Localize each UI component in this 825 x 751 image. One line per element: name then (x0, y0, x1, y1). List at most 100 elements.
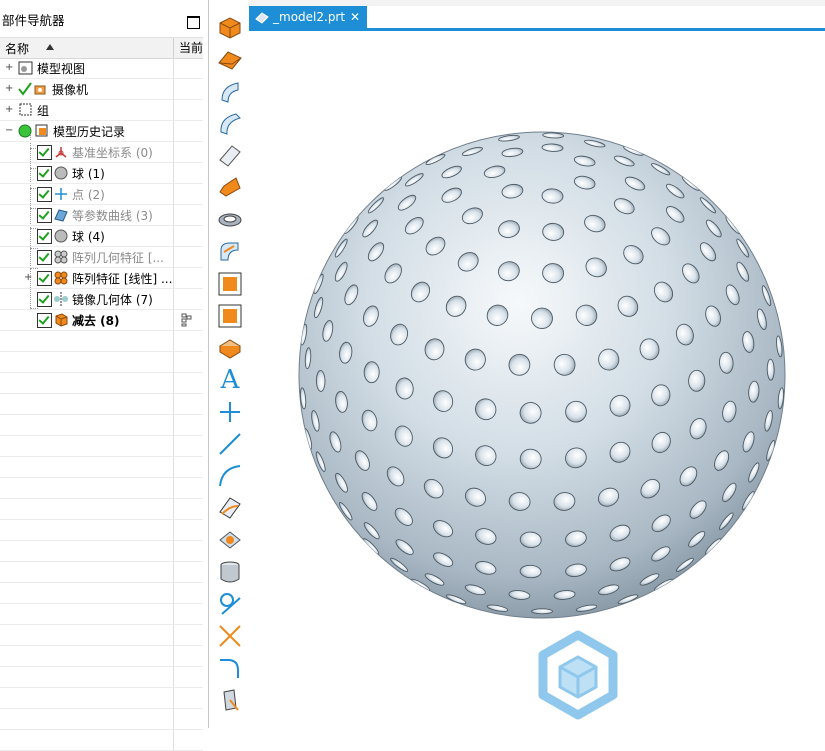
column-current[interactable]: 当前 (173, 38, 203, 58)
expand-icon[interactable]: + (5, 63, 13, 73)
panel-title: 部件导航器 (2, 13, 65, 28)
dimple (531, 307, 553, 329)
group-icon (19, 103, 32, 116)
iso-curve-icon (54, 209, 68, 222)
tab-model2[interactable]: _model2.prt ✕ (249, 6, 367, 28)
arc-icon[interactable] (216, 462, 244, 490)
tree-row-isoparametric-curve[interactable]: 等参数曲线 (3) (0, 205, 203, 226)
wedge-icon[interactable] (216, 46, 244, 74)
tree-row-sphere-4[interactable]: 球 (4) (0, 226, 203, 247)
tree-row-label: 模型历史记录 (53, 125, 126, 139)
cylinder-icon[interactable] (216, 558, 244, 586)
golf-ball-model[interactable] (249, 31, 825, 728)
expand-icon[interactable]: + (5, 105, 13, 115)
model-views-icon (18, 61, 33, 75)
pattern-geometry-icon (54, 250, 68, 264)
point-icon (55, 188, 67, 200)
tree-row-label: 球 (1) (72, 167, 105, 181)
tab-bar: _model2.prt ✕ (249, 6, 825, 31)
tree-row-sphere-1[interactable]: 球 (1) (0, 163, 203, 184)
tree-row-label: 镜像几何体 (7) (72, 293, 153, 307)
solid-box-icon[interactable] (216, 334, 244, 362)
text-icon[interactable]: A (216, 366, 244, 394)
tree-row-point-2[interactable]: 点 (2) (0, 184, 203, 205)
tree-row-label: 阵列几何特征 [... (72, 251, 164, 265)
visibility-checkbox[interactable] (37, 292, 52, 307)
tree-row-label: 基准坐标系 (0) (72, 146, 153, 160)
status-green-icon (18, 124, 32, 138)
visibility-checkbox[interactable] (37, 271, 52, 286)
fillet-curve-icon[interactable] (216, 654, 244, 682)
dimple (531, 608, 553, 615)
watermark-logo-icon (538, 630, 618, 720)
visibility-checkbox[interactable] (37, 166, 52, 181)
collapse-icon[interactable]: − (5, 126, 13, 136)
square-orange-icon[interactable] (216, 270, 244, 298)
tube-surface-icon[interactable] (216, 110, 244, 138)
feature-toolbar: A (212, 8, 248, 728)
tree-row-datum-csys[interactable]: 基准坐标系 (0) (0, 142, 203, 163)
graphics-window[interactable] (249, 31, 825, 728)
tree-row-subtract[interactable]: 减去 (8) (0, 310, 203, 331)
visibility-checkbox[interactable] (37, 187, 52, 202)
check-mark-icon (18, 82, 32, 96)
tree-row-label: 球 (4) (72, 230, 105, 244)
column-name[interactable]: 名称 (5, 40, 29, 57)
expand-icon[interactable]: + (5, 84, 13, 94)
tree-row-pattern-feature[interactable]: + 阵列特征 [线性] ... (0, 268, 203, 289)
extrude-icon[interactable] (216, 686, 244, 714)
part-navigator-panel: 部件导航器 名称 当前 + 模型视图 + 摄像机 + 组 − 模型历史记录 基准… (0, 0, 209, 751)
tree-view: + 模型视图 + 摄像机 + 组 − 模型历史记录 基准坐标系 (0) 球 (1… (0, 58, 203, 751)
visibility-checkbox[interactable] (37, 145, 52, 160)
tree-row-label: 减去 (8) (72, 314, 120, 328)
visibility-checkbox[interactable] (37, 250, 52, 265)
datum-csys-icon (55, 147, 67, 158)
tree-row-label: 模型视图 (37, 62, 86, 76)
square-orange-2-icon[interactable] (216, 302, 244, 330)
part-file-icon (255, 12, 269, 24)
fold-icon[interactable] (216, 174, 244, 202)
cross-icon[interactable] (216, 622, 244, 650)
sort-ascending-icon (46, 44, 54, 50)
sheet-icon[interactable] (216, 142, 244, 170)
point-plus-icon[interactable] (216, 398, 244, 426)
close-icon[interactable]: ✕ (350, 6, 360, 28)
dimple (766, 358, 775, 381)
line-icon[interactable] (216, 430, 244, 458)
tab-label: _model2.prt (273, 10, 346, 24)
bend-icon[interactable] (216, 238, 244, 266)
circle-line-icon[interactable] (216, 590, 244, 618)
tree-row-label: 阵列特征 [线性] ... (72, 272, 173, 286)
plane-icon[interactable] (216, 526, 244, 554)
tree-row-label: 点 (2) (72, 188, 105, 202)
tree-row-cameras[interactable]: + 摄像机 (0, 79, 203, 100)
expand-icon[interactable]: + (24, 273, 32, 283)
pattern-feature-icon (54, 271, 68, 285)
tree-row-groups[interactable]: + 组 (0, 100, 203, 121)
visibility-checkbox[interactable] (37, 313, 52, 328)
tree-row-model-history[interactable]: − 模型历史记录 (0, 121, 203, 142)
subtract-icon (55, 313, 68, 327)
sphere-icon (54, 229, 68, 243)
tree-row-label: 等参数曲线 (3) (72, 209, 153, 223)
camera-icon (34, 85, 46, 95)
elbow-icon[interactable] (216, 206, 244, 234)
column-header: 名称 当前 (0, 37, 203, 59)
dimple (688, 369, 706, 392)
tree-row-pattern-geometry[interactable]: 阵列几何特征 [... (0, 247, 203, 268)
tree-row-model-views[interactable]: + 模型视图 (0, 58, 203, 79)
dimple (363, 361, 380, 384)
tree-row-label: 组 (37, 104, 50, 118)
maximize-icon[interactable] (187, 16, 200, 29)
tree-row-mirror-geometry[interactable]: 镜像几何体 (7) (0, 289, 203, 310)
visibility-checkbox[interactable] (37, 229, 52, 244)
dimple (315, 369, 326, 392)
tree-row-label: 摄像机 (52, 83, 89, 97)
current-feature-icon (181, 313, 192, 327)
mirror-geometry-icon (54, 292, 68, 306)
sphere-icon (54, 166, 68, 180)
surface-icon[interactable] (216, 78, 244, 106)
block-icon[interactable] (216, 14, 244, 42)
patch-icon[interactable] (216, 494, 244, 522)
visibility-checkbox[interactable] (37, 208, 52, 223)
